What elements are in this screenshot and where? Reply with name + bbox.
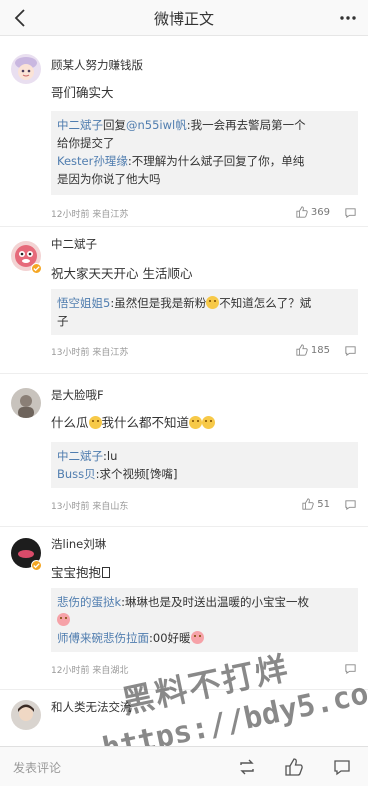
top-bar: 微博正文 bbox=[0, 0, 368, 36]
comment-text: 哥们确实大 bbox=[51, 85, 114, 100]
reply-line: 师傅来碗悲伤拉面:00好暖 bbox=[57, 629, 352, 647]
reply-text: :虽然但是我是新粉 bbox=[110, 296, 207, 310]
reply-box[interactable]: 中二斌子:lu Buss贝:求个视频[馋嘴] bbox=[51, 442, 358, 488]
comment-text: 宝宝抱抱 bbox=[51, 562, 111, 581]
reply-username[interactable]: 中二斌子 bbox=[57, 449, 103, 463]
like-button[interactable]: 51 bbox=[302, 498, 330, 510]
reply-username[interactable]: 悲伤的蛋挞k bbox=[57, 595, 121, 609]
reply-text: :不理解为什么斌子回复了你，单纯 bbox=[127, 154, 305, 168]
comment-username[interactable]: 和人类无法交流 bbox=[51, 699, 132, 715]
reply-username[interactable]: 师傅来碗悲伤拉面 bbox=[57, 631, 149, 645]
reply-line: Buss贝:求个视频[馋嘴] bbox=[57, 465, 352, 483]
comment-username[interactable]: 中二斌子 bbox=[51, 236, 97, 252]
comment-list: 顾某人努力赚钱版 哥们确实大 中二斌子回复@n55iwl帆:我一会再去警局第一个… bbox=[0, 36, 368, 746]
more-options-icon[interactable] bbox=[338, 8, 358, 28]
reply-verb: 回复 bbox=[103, 118, 126, 132]
reply-username[interactable]: Kester孙瑆缘 bbox=[57, 154, 128, 168]
reply-icon[interactable] bbox=[344, 498, 357, 511]
smile-emoji-icon bbox=[206, 296, 220, 309]
comment-input[interactable]: 发表评论 bbox=[13, 759, 61, 776]
smile-emoji-icon bbox=[88, 416, 102, 429]
reply-line: 悟空姐姐5:虽然但是我是新粉 不知道怎么了？斌 bbox=[57, 294, 352, 312]
reply-icon[interactable] bbox=[344, 344, 357, 357]
comment-text-part: 什么瓜 bbox=[51, 415, 89, 430]
thumbs-up-icon bbox=[296, 206, 308, 218]
comment-item: 浩line刘琳 宝宝抱抱 悲伤的蛋挞k:琳琳也是及时送出温暖的小宝宝一枚 师傅来… bbox=[0, 527, 368, 690]
reply-line: 悲伤的蛋挞k:琳琳也是及时送出温暖的小宝宝一枚 bbox=[57, 593, 352, 611]
page-title: 微博正文 bbox=[153, 10, 214, 28]
reply-text: :求个视频[馋嘴] bbox=[95, 467, 178, 481]
like-button[interactable]: 185 bbox=[296, 344, 330, 356]
comment-item: 中二斌子 祝大家天天开心 生活顺心 悟空姐姐5:虽然但是我是新粉 不知道怎么了？斌… bbox=[0, 227, 368, 374]
like-count: 185 bbox=[310, 344, 330, 356]
comment-text: 祝大家天天开心 生活顺心 bbox=[51, 266, 193, 281]
blush-emoji-icon bbox=[190, 631, 204, 644]
comment-item: 和人类无法交流 bbox=[0, 690, 368, 746]
reply-username[interactable]: 中二斌子 bbox=[57, 118, 103, 132]
smile-emoji-icon bbox=[202, 416, 216, 429]
comment-username[interactable]: 是大脸哦F bbox=[51, 387, 104, 403]
comment-text-part: 我什么都不知道 bbox=[101, 415, 190, 430]
comment-item: 顾某人努力赚钱版 哥们确实大 中二斌子回复@n55iwl帆:我一会再去警局第一个… bbox=[0, 36, 368, 227]
comment-username[interactable]: 顾某人努力赚钱版 bbox=[51, 57, 143, 73]
reply-text: :琳琳也是及时送出温暖的小宝宝一枚 bbox=[121, 595, 310, 609]
reply-mention[interactable]: @n55iwl帆 bbox=[126, 118, 187, 132]
reply-text-continued: 子 bbox=[57, 314, 69, 328]
reply-text: :00好暖 bbox=[149, 631, 191, 645]
avatar[interactable] bbox=[11, 388, 41, 418]
like-button[interactable]: 369 bbox=[296, 206, 330, 218]
repost-icon[interactable] bbox=[237, 757, 257, 777]
comment-meta: 12小时前 来自江苏 bbox=[51, 210, 129, 220]
avatar[interactable] bbox=[11, 700, 41, 730]
comment-username[interactable]: 浩line刘琳 bbox=[51, 536, 106, 552]
like-count: 369 bbox=[310, 206, 330, 218]
comment-meta: 13小时前 来自山东 bbox=[51, 502, 129, 512]
reply-line: 中二斌子回复@n55iwl帆:我一会再去警局第一个 bbox=[57, 116, 352, 134]
smile-emoji-icon bbox=[189, 416, 203, 429]
reply-username[interactable]: Buss贝 bbox=[57, 467, 96, 481]
heart-eyes-emoji-icon bbox=[57, 613, 70, 626]
bottom-bar: 发表评论 bbox=[0, 746, 368, 786]
reply-text: :lu bbox=[103, 449, 118, 463]
verified-badge-icon bbox=[31, 560, 42, 571]
reply-icon[interactable] bbox=[344, 662, 357, 675]
like-count: 51 bbox=[317, 498, 330, 510]
verified-badge-icon bbox=[31, 263, 42, 274]
comment-text: 什么瓜 我什么都不知道 bbox=[51, 412, 216, 431]
thumbs-up-icon bbox=[302, 498, 314, 510]
comment-meta: 13小时前 来自江苏 bbox=[51, 348, 129, 358]
thumbs-up-icon[interactable] bbox=[284, 757, 304, 777]
reply-line: 中二斌子:lu bbox=[57, 447, 352, 465]
missing-glyph-icon bbox=[102, 567, 111, 578]
comment-text-part: 宝宝抱抱 bbox=[51, 565, 102, 580]
comment-icon[interactable] bbox=[332, 757, 352, 777]
reply-text: :我一会再去警局第一个 bbox=[186, 118, 306, 132]
reply-box[interactable]: 悟空姐姐5:虽然但是我是新粉 不知道怎么了？斌 子 bbox=[51, 289, 358, 335]
reply-line: Kester孙瑆缘:不理解为什么斌子回复了你，单纯 bbox=[57, 152, 352, 170]
reply-text: 不知道怎么了？斌 bbox=[219, 296, 312, 310]
comment-meta: 12小时前 来自湖北 bbox=[51, 666, 129, 676]
reply-text-continued: 给你提交了 bbox=[57, 136, 115, 150]
comment-item: 是大脸哦F 什么瓜 我什么都不知道 中二斌子:lu Buss贝:求个视频[馋嘴] … bbox=[0, 374, 368, 527]
reply-box[interactable]: 悲伤的蛋挞k:琳琳也是及时送出温暖的小宝宝一枚 师傅来碗悲伤拉面:00好暖 bbox=[51, 588, 358, 652]
reply-line bbox=[57, 611, 352, 629]
reply-icon[interactable] bbox=[344, 206, 357, 219]
avatar[interactable] bbox=[11, 54, 41, 84]
thumbs-up-icon bbox=[296, 344, 308, 356]
reply-box[interactable]: 中二斌子回复@n55iwl帆:我一会再去警局第一个 给你提交了 Kester孙瑆… bbox=[51, 111, 358, 195]
reply-username[interactable]: 悟空姐姐5 bbox=[57, 296, 110, 310]
reply-text-continued: 是因为你说了他大吗 bbox=[57, 172, 161, 186]
